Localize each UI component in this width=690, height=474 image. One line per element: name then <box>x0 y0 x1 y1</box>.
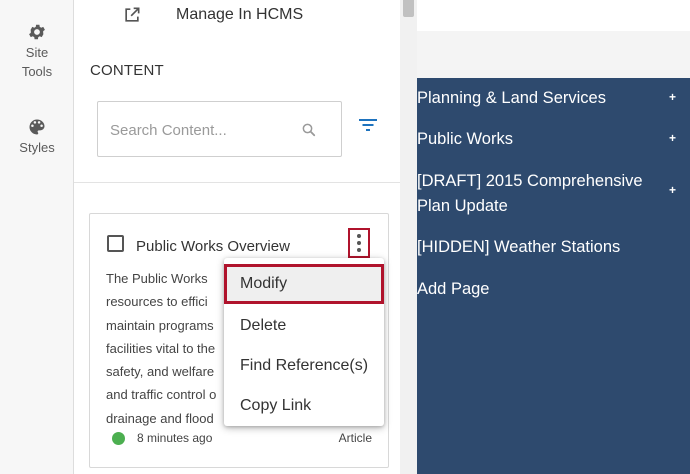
nav-expand-icon[interactable]: + <box>669 183 676 197</box>
status-dot <box>112 432 125 445</box>
nav-item-comprehensive-plan[interactable]: [DRAFT] 2015 Comprehensive Plan Update <box>417 169 657 219</box>
card-actions-menu: Modify Delete Find Reference(s) Copy Lin… <box>224 258 384 426</box>
nav-expand-icon[interactable]: + <box>669 131 676 145</box>
site-navigation: Planning & Land Services + Public Works … <box>417 78 690 474</box>
search-field <box>97 101 342 157</box>
nav-item-add-page[interactable]: Add Page <box>417 277 657 302</box>
panel-divider <box>74 182 400 183</box>
styles-button[interactable]: Styles <box>0 117 74 157</box>
content-heading: CONTENT <box>90 62 164 79</box>
gear-icon <box>29 24 45 40</box>
menu-item-find-references[interactable]: Find Reference(s) <box>224 346 384 386</box>
page-header-strip <box>417 31 690 78</box>
kebab-icon[interactable] <box>348 228 370 258</box>
filter-icon[interactable] <box>358 117 378 133</box>
panel-scrollbar[interactable] <box>400 0 417 474</box>
manage-in-hcms-link[interactable]: Manage In HCMS <box>122 4 303 26</box>
menu-item-delete[interactable]: Delete <box>224 306 384 346</box>
scrollbar-thumb[interactable] <box>403 0 414 17</box>
palette-icon <box>29 119 45 135</box>
site-tools-rail: Site Tools Styles <box>0 0 74 474</box>
manage-in-hcms-label: Manage In HCMS <box>176 6 304 23</box>
search-input[interactable] <box>110 118 290 142</box>
nav-expand-icon[interactable]: + <box>669 90 676 104</box>
site-tools-button[interactable]: Site Tools <box>0 22 74 81</box>
card-title: Public Works Overview <box>136 238 290 255</box>
menu-item-modify[interactable]: Modify <box>224 264 384 304</box>
nav-item-public-works[interactable]: Public Works <box>417 127 657 152</box>
styles-label: Styles <box>19 140 55 155</box>
card-select-checkbox[interactable] <box>107 235 124 252</box>
external-link-icon <box>125 7 140 22</box>
nav-item-weather-stations[interactable]: [HIDDEN] Weather Stations <box>417 235 657 260</box>
nav-item-planning[interactable]: Planning & Land Services <box>417 86 657 111</box>
card-type: Article <box>338 431 372 445</box>
site-tools-label: Site Tools <box>21 45 53 79</box>
page-top-area <box>417 0 690 31</box>
menu-item-copy-link[interactable]: Copy Link <box>224 386 384 426</box>
card-timestamp: 8 minutes ago <box>137 431 213 445</box>
search-icon[interactable] <box>300 121 318 139</box>
